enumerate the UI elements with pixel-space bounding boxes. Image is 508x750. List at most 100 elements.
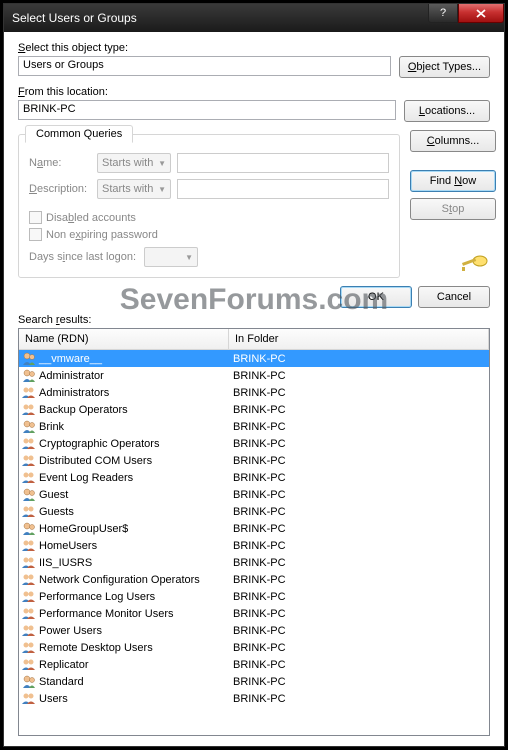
object-type-field: Users or Groups — [18, 56, 391, 76]
list-item[interactable]: HomeUsersBRINK-PC — [19, 537, 489, 554]
item-name: Users — [39, 693, 68, 705]
list-item[interactable]: Network Configuration Operators BRINK-PC — [19, 571, 489, 588]
list-item[interactable]: Performance Monitor Users BRINK-PC — [19, 605, 489, 622]
group-icon — [21, 453, 37, 469]
list-item[interactable]: Guest BRINK-PC — [19, 486, 489, 503]
item-name: HomeGroupUser$ — [39, 523, 128, 535]
list-item[interactable]: Event Log ReadersBRINK-PC — [19, 469, 489, 486]
group-icon — [21, 385, 37, 401]
list-item[interactable]: Replicator BRINK-PC — [19, 656, 489, 673]
list-item[interactable]: Backup Operators BRINK-PC — [19, 401, 489, 418]
column-header-name[interactable]: Name (RDN) — [19, 329, 229, 349]
results-body[interactable]: __vmware__BRINK-PCAdministratorBRINK-PCA… — [19, 350, 489, 735]
help-button[interactable]: ? — [428, 4, 458, 23]
item-folder: BRINK-PC — [229, 625, 489, 637]
list-item[interactable]: UsersBRINK-PC — [19, 690, 489, 707]
item-folder: BRINK-PC — [229, 353, 489, 365]
list-item[interactable]: AdministratorsBRINK-PC — [19, 384, 489, 401]
group-icon — [21, 657, 37, 673]
item-folder: BRINK-PC — [229, 591, 489, 603]
find-now-button[interactable]: Find Now — [410, 170, 496, 192]
list-item[interactable]: Cryptographic OperatorsBRINK-PC — [19, 435, 489, 452]
results-list: Name (RDN) In Folder __vmware__BRINK-PCA… — [18, 328, 490, 736]
list-item[interactable]: HomeGroupUser$ BRINK-PC — [19, 520, 489, 537]
item-name: Power Users — [39, 625, 102, 637]
user-icon — [21, 419, 37, 435]
list-item[interactable]: Administrator BRINK-PC — [19, 367, 489, 384]
item-name: Replicator — [39, 659, 89, 671]
item-folder: BRINK-PC — [229, 642, 489, 654]
list-item[interactable]: Distributed COM UsersBRINK-PC — [19, 452, 489, 469]
cancel-button[interactable]: Cancel — [418, 286, 490, 308]
item-folder: BRINK-PC — [229, 489, 489, 501]
item-name: Performance Monitor Users — [39, 608, 174, 620]
item-name: Brink — [39, 421, 64, 433]
results-label: Search results: — [18, 314, 490, 326]
user-icon — [21, 487, 37, 503]
search-icon — [458, 251, 490, 278]
item-name: Guest — [39, 489, 68, 501]
item-folder: BRINK-PC — [229, 506, 489, 518]
group-icon — [21, 538, 37, 554]
group-icon — [21, 640, 37, 656]
ok-button[interactable]: OK — [340, 286, 412, 308]
disabled-checkbox[interactable] — [29, 211, 42, 224]
list-item[interactable]: Power Users BRINK-PC — [19, 622, 489, 639]
item-folder: BRINK-PC — [229, 438, 489, 450]
locations-button[interactable]: Locations... — [404, 100, 490, 122]
item-folder: BRINK-PC — [229, 472, 489, 484]
item-folder: BRINK-PC — [229, 659, 489, 671]
item-folder: BRINK-PC — [229, 370, 489, 382]
nonexpiring-label: Non expiring password — [46, 229, 158, 241]
list-item[interactable]: Performance Log UsersBRINK-PC — [19, 588, 489, 605]
object-types-button[interactable]: Object Types... — [399, 56, 490, 78]
group-icon — [21, 691, 37, 707]
item-name: Remote Desktop Users — [39, 642, 153, 654]
item-name: Administrator — [39, 370, 104, 382]
group-icon — [21, 589, 37, 605]
item-name: HomeUsers — [39, 540, 97, 552]
group-icon — [21, 470, 37, 486]
name-filter-input[interactable] — [177, 153, 389, 173]
list-item[interactable]: StandardBRINK-PC — [19, 673, 489, 690]
item-folder: BRINK-PC — [229, 523, 489, 535]
list-item[interactable]: __vmware__BRINK-PC — [19, 350, 489, 367]
object-type-label: Select this object type: — [18, 42, 490, 54]
location-field: BRINK-PC — [18, 100, 396, 120]
item-folder: BRINK-PC — [229, 404, 489, 416]
group-icon — [21, 402, 37, 418]
item-folder: BRINK-PC — [229, 421, 489, 433]
item-name: Backup Operators — [39, 404, 128, 416]
list-item[interactable]: Remote Desktop Users BRINK-PC — [19, 639, 489, 656]
list-item[interactable]: Brink BRINK-PC — [19, 418, 489, 435]
nonexpiring-checkbox[interactable] — [29, 228, 42, 241]
desc-filter-input[interactable] — [177, 179, 389, 199]
user-icon — [21, 521, 37, 537]
desc-match-combo[interactable]: Starts with▼ — [97, 179, 171, 199]
titlebar[interactable]: Select Users or Groups ? — [4, 4, 504, 32]
user-icon — [21, 674, 37, 690]
stop-button[interactable]: Stop — [410, 198, 496, 220]
name-match-combo[interactable]: Starts with▼ — [97, 153, 171, 173]
close-button[interactable] — [458, 4, 504, 23]
column-header-folder[interactable]: In Folder — [229, 329, 489, 349]
columns-button[interactable]: Columns... — [410, 130, 496, 152]
group-icon — [21, 572, 37, 588]
list-item[interactable]: IIS_IUSRSBRINK-PC — [19, 554, 489, 571]
days-combo[interactable]: ▼ — [144, 247, 198, 267]
user-icon — [21, 351, 37, 367]
list-item[interactable]: GuestsBRINK-PC — [19, 503, 489, 520]
group-icon — [21, 436, 37, 452]
item-folder: BRINK-PC — [229, 608, 489, 620]
item-folder: BRINK-PC — [229, 557, 489, 569]
tab-common-queries[interactable]: Common Queries — [25, 125, 133, 143]
item-name: Standard — [39, 676, 84, 688]
item-folder: BRINK-PC — [229, 574, 489, 586]
disabled-label: Disabled accounts — [46, 212, 136, 224]
group-icon — [21, 623, 37, 639]
days-label: Days since last logon: — [29, 251, 136, 263]
item-folder: BRINK-PC — [229, 455, 489, 467]
name-filter-label: Name: — [29, 157, 91, 169]
group-icon — [21, 606, 37, 622]
item-name: Network Configuration Operators — [39, 574, 200, 586]
